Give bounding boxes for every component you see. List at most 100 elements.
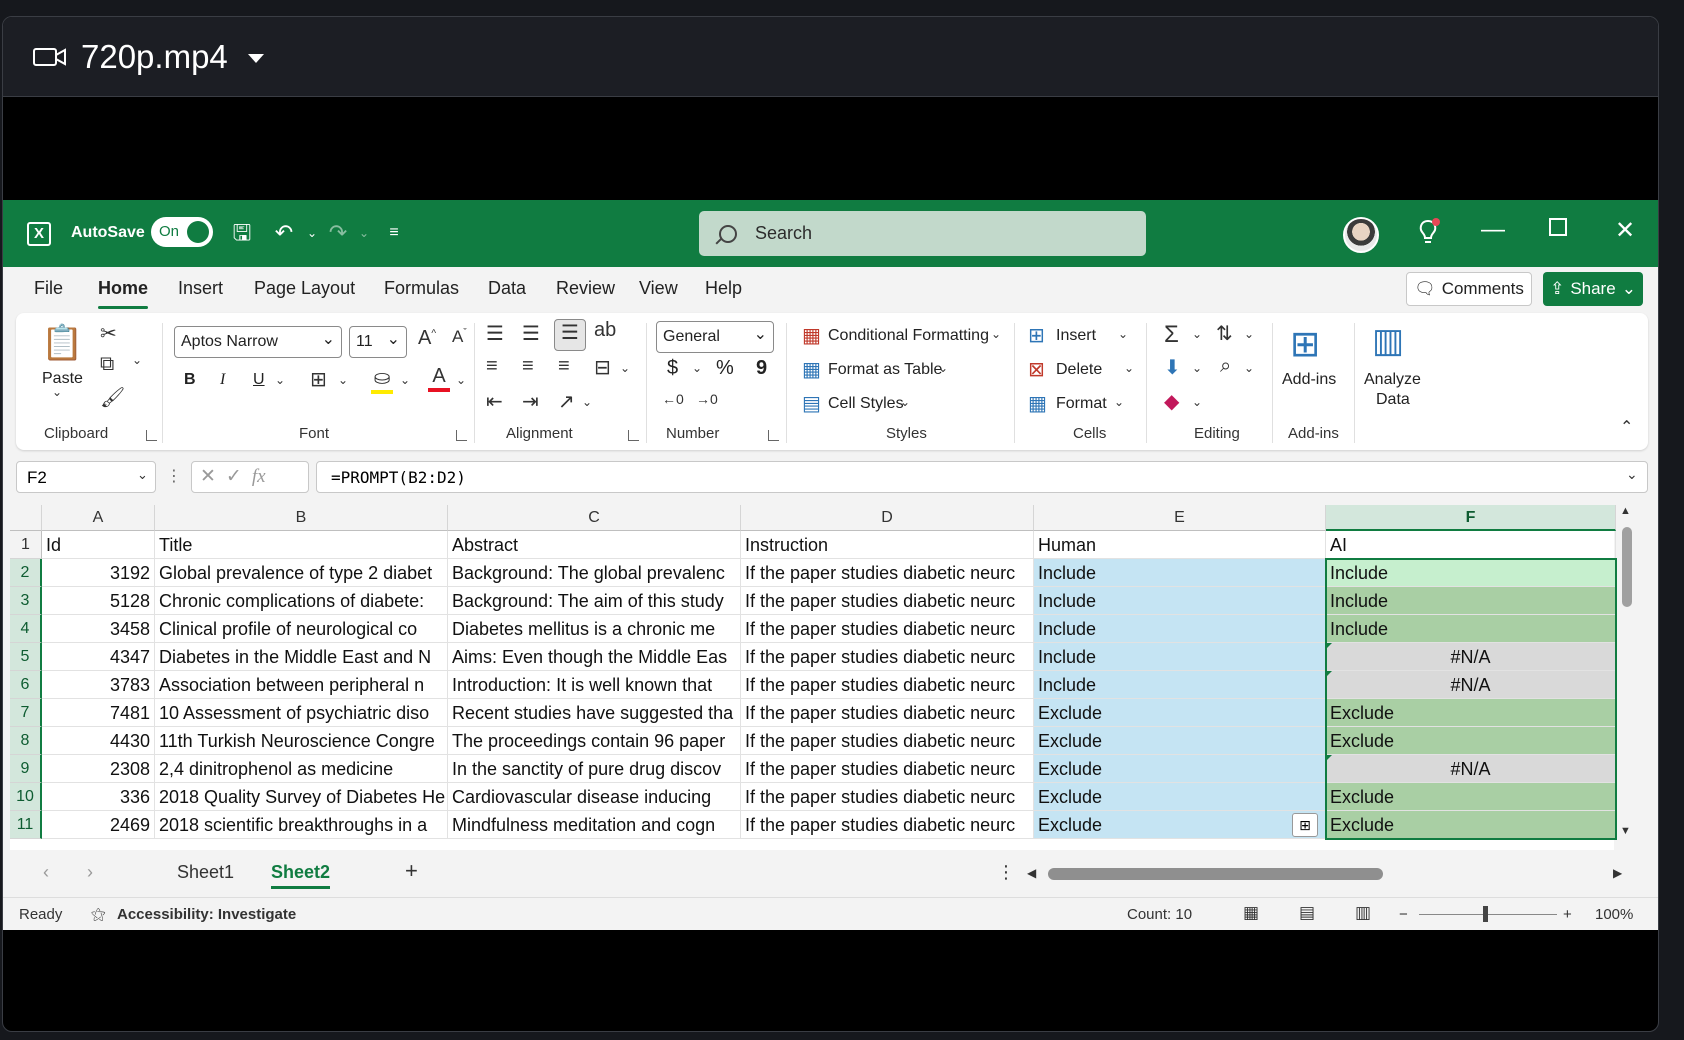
bold-button[interactable]: B — [184, 371, 196, 389]
delete-button[interactable]: Delete — [1056, 361, 1102, 379]
chevron-down-icon[interactable]: ⌄ — [1124, 361, 1134, 375]
table-cell[interactable]: Exclude — [1034, 727, 1326, 755]
clipboard-launcher-icon[interactable] — [146, 430, 157, 441]
table-cell[interactable]: Exclude — [1326, 811, 1616, 839]
zoom-out-button[interactable]: − — [1399, 906, 1408, 923]
page-layout-view-icon[interactable]: ▤ — [1299, 903, 1315, 923]
customize-toolbar-icon[interactable]: ≡ — [381, 220, 407, 246]
table-cell[interactable]: #N/A — [1326, 671, 1616, 699]
sheet-tab-sheet2[interactable]: Sheet2 — [271, 862, 331, 889]
font-size-select[interactable]: 11 — [349, 326, 407, 358]
header-cell[interactable]: Abstract — [448, 531, 741, 559]
row-header-5[interactable]: 5 — [10, 643, 42, 671]
more-options-icon[interactable]: ⋮ — [997, 862, 1015, 883]
table-cell[interactable]: Recent studies have suggested tha — [448, 699, 741, 727]
column-header-b[interactable]: B — [155, 505, 448, 531]
formula-input[interactable]: =PROMPT(B2:D2) — [316, 461, 1648, 493]
table-cell[interactable]: Include — [1034, 615, 1326, 643]
table-cell[interactable]: #N/A — [1326, 643, 1616, 671]
zoom-level[interactable]: 100% — [1595, 906, 1633, 923]
analyze-data-button[interactable]: Analyze — [1364, 371, 1421, 389]
column-header-c[interactable]: C — [448, 505, 741, 531]
format-painter-icon[interactable]: 🖌 — [100, 385, 125, 410]
align-top-icon[interactable]: ☰ — [486, 321, 504, 346]
table-cell[interactable]: Clinical profile of neurological co — [155, 615, 448, 643]
tab-insert[interactable]: Insert — [178, 278, 223, 299]
table-cell[interactable]: Include — [1034, 643, 1326, 671]
chevron-down-icon[interactable]: ⌄ — [137, 467, 148, 483]
decrease-decimal-icon[interactable]: →0 — [696, 391, 718, 407]
tab-home[interactable]: Home — [98, 278, 149, 309]
merge-center-icon[interactable]: ⊟ — [594, 355, 611, 380]
chevron-down-icon[interactable]: ⌄ — [1118, 327, 1128, 341]
row-header-11[interactable]: 11 — [10, 811, 42, 839]
table-cell[interactable]: Diabetes mellitus is a chronic me — [448, 615, 741, 643]
insert-function-icon[interactable]: fx — [252, 466, 266, 487]
tab-formulas[interactable]: Formulas — [384, 278, 459, 299]
more-options-icon[interactable]: ⋮ — [166, 466, 182, 486]
table-cell[interactable]: Diabetes in the Middle East and N — [155, 643, 448, 671]
table-cell[interactable]: 336 — [42, 783, 155, 811]
conditional-formatting-button[interactable]: Conditional Formatting — [828, 327, 989, 345]
decrease-font-icon[interactable]: Aˇ — [452, 327, 467, 347]
chevron-down-icon[interactable]: ⌄ — [132, 353, 142, 367]
orientation-icon[interactable]: ↗ — [558, 389, 575, 414]
table-cell[interactable]: The proceedings contain 96 paper — [448, 727, 741, 755]
table-cell[interactable]: #N/A — [1326, 755, 1616, 783]
percent-button[interactable]: % — [716, 357, 734, 380]
table-cell[interactable]: 3783 — [42, 671, 155, 699]
decrease-indent-icon[interactable]: ⇤ — [486, 389, 503, 414]
zoom-in-button[interactable]: + — [1563, 906, 1572, 923]
table-cell[interactable]: Include — [1034, 559, 1326, 587]
table-cell[interactable]: If the paper studies diabetic neurc — [741, 643, 1034, 671]
comma-style-button[interactable]: 9 — [756, 357, 767, 380]
table-cell[interactable]: If the paper studies diabetic neurc — [741, 615, 1034, 643]
column-header-a[interactable]: A — [42, 505, 155, 531]
format-as-table-button[interactable]: Format as Table — [828, 361, 942, 379]
chevron-down-icon[interactable]: ⌄ — [52, 385, 62, 399]
table-cell[interactable]: 2018 scientific breakthroughs in a — [155, 811, 448, 839]
chevron-down-icon[interactable]: ⌄ — [900, 395, 910, 409]
table-cell[interactable]: 4347 — [42, 643, 155, 671]
increase-indent-icon[interactable]: ⇥ — [522, 389, 539, 414]
align-left-icon[interactable]: ≡ — [486, 355, 498, 378]
table-cell[interactable]: If the paper studies diabetic neurc — [741, 811, 1034, 839]
scroll-down-icon[interactable]: ▼ — [1620, 825, 1631, 837]
font-color-icon[interactable]: A — [428, 365, 450, 392]
tab-file[interactable]: File — [34, 278, 63, 299]
next-sheet-icon[interactable]: › — [87, 862, 93, 883]
paste-button[interactable]: Paste — [42, 370, 83, 388]
wrap-text-icon[interactable]: ab — [594, 319, 616, 342]
table-cell[interactable]: 10 Assessment of psychiatric diso — [155, 699, 448, 727]
vertical-scroll-thumb[interactable] — [1622, 527, 1632, 607]
chevron-down-icon[interactable]: ⌄ — [275, 373, 285, 387]
table-cell[interactable]: In the sanctity of pure drug discov — [448, 755, 741, 783]
redo-dropdown-icon[interactable]: ⌄ — [351, 220, 377, 246]
table-cell[interactable]: Introduction: It is well known that — [448, 671, 741, 699]
add-ins-button[interactable]: Add-ins — [1282, 371, 1336, 389]
worksheet-grid[interactable]: ▲ ▼ A B C D E F 1 Id Title Abstract Instruction Hum… — [10, 505, 1640, 850]
table-cell[interactable]: Exclude — [1034, 699, 1326, 727]
table-cell[interactable]: Aims: Even though the Middle Eas — [448, 643, 741, 671]
tab-view[interactable]: View — [639, 278, 678, 299]
table-cell[interactable]: Exclude — [1326, 727, 1616, 755]
share-button[interactable]: ⇪ Share ⌄ — [1543, 272, 1643, 306]
table-cell[interactable]: Include — [1034, 671, 1326, 699]
table-cell[interactable]: Exclude — [1034, 755, 1326, 783]
align-center-icon[interactable]: ≡ — [522, 355, 534, 378]
table-cell[interactable]: 2018 Quality Survey of Diabetes He — [155, 783, 448, 811]
chevron-down-icon[interactable]: ⌄ — [1244, 327, 1254, 341]
table-cell[interactable]: Mindfulness meditation and cogn — [448, 811, 741, 839]
zoom-slider[interactable] — [1419, 914, 1557, 915]
insert-button[interactable]: Insert — [1056, 327, 1096, 345]
scroll-up-icon[interactable]: ▲ — [1620, 505, 1631, 517]
close-icon[interactable]: ✕ — [1615, 216, 1635, 245]
scroll-left-icon[interactable]: ◀ — [1027, 866, 1036, 880]
row-header-8[interactable]: 8 — [10, 727, 42, 755]
chevron-down-icon[interactable]: ⌄ — [456, 373, 466, 387]
table-cell[interactable]: Include — [1326, 587, 1616, 615]
accessibility-icon[interactable]: ⚝ — [91, 906, 106, 923]
paste-icon[interactable]: 📋 — [41, 323, 83, 369]
number-format-select[interactable]: General — [656, 321, 774, 353]
row-header-9[interactable]: 9 — [10, 755, 42, 783]
